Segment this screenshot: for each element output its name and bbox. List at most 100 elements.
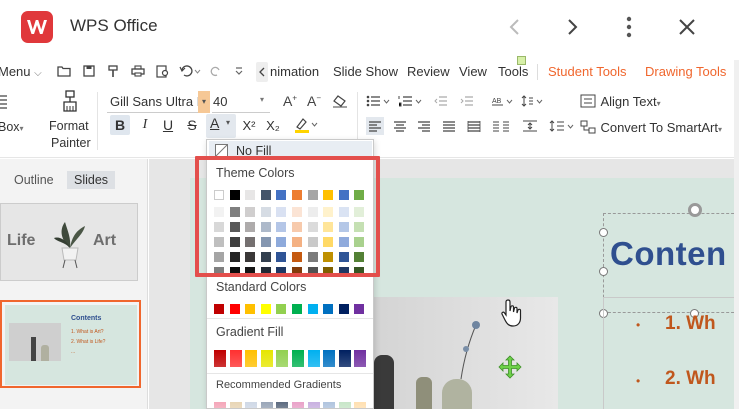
standard-color-swatch[interactable] <box>276 304 287 314</box>
standard-color-swatch[interactable] <box>307 304 318 314</box>
format-painter-small-icon[interactable] <box>105 62 121 80</box>
recommended-gradient-swatch[interactable] <box>229 402 242 408</box>
convert-smartart-button[interactable]: Convert To SmartArt▾ <box>580 119 722 137</box>
gradient-swatch[interactable] <box>260 350 273 367</box>
superscript-button[interactable]: X² <box>238 115 260 135</box>
font-name-select[interactable]: Gill Sans Ultra B ▾ <box>107 91 210 113</box>
text-direction-icon[interactable]: AB <box>490 92 514 110</box>
open-folder-icon[interactable] <box>56 62 72 80</box>
gradient-swatch[interactable] <box>354 350 367 367</box>
redo-icon[interactable] <box>208 62 224 80</box>
tab-slides[interactable]: Slides <box>67 171 116 189</box>
standard-color-swatch[interactable] <box>245 304 256 314</box>
standard-color-swatch[interactable] <box>229 304 240 314</box>
recommended-gradient-swatch[interactable] <box>323 402 336 408</box>
align-right-icon[interactable] <box>415 117 433 135</box>
text-box-icon[interactable] <box>0 93 10 113</box>
tab-outline[interactable]: Outline <box>14 173 54 187</box>
resize-handle[interactable] <box>599 228 608 237</box>
paragraph-spacing-icon[interactable] <box>548 117 576 135</box>
standard-color-swatch[interactable] <box>214 304 224 314</box>
subscript-button[interactable]: X₂ <box>262 115 284 135</box>
standard-color-swatch[interactable] <box>354 304 365 314</box>
font-size-select[interactable]: 40 ▾ <box>212 91 270 113</box>
align-left-icon[interactable] <box>366 117 384 135</box>
standard-color-swatch[interactable] <box>260 304 271 314</box>
recommended-gradient-swatch[interactable] <box>276 402 289 408</box>
hand-cursor-icon <box>501 299 522 327</box>
line-spacing-icon[interactable] <box>520 92 546 110</box>
thumb-title-right: Art <box>93 232 117 249</box>
standard-color-swatch[interactable] <box>338 304 349 314</box>
tab-view[interactable]: View <box>459 64 487 79</box>
bullets-icon[interactable] <box>365 92 393 110</box>
rotate-handle-icon[interactable] <box>688 203 702 217</box>
print-icon[interactable] <box>129 62 147 80</box>
distributed-icon[interactable] <box>465 117 483 135</box>
vertical-scrollbar[interactable] <box>734 60 739 409</box>
standard-color-swatch[interactable] <box>292 304 302 314</box>
standard-color-swatch[interactable] <box>323 304 334 314</box>
recommended-gradient-swatch[interactable] <box>214 402 226 408</box>
decrease-indent-icon[interactable] <box>432 92 450 110</box>
gradient-swatch[interactable] <box>245 350 258 367</box>
save-icon[interactable] <box>81 62 97 80</box>
justify-icon[interactable] <box>440 117 458 135</box>
forward-button[interactable] <box>555 10 589 44</box>
tab-slide-show[interactable]: Slide Show <box>333 64 398 79</box>
align-text-button[interactable]: Align Text▾ <box>580 93 661 111</box>
close-button[interactable] <box>670 10 704 44</box>
slide-bullet-1[interactable]: 1. Wh <box>665 313 716 335</box>
bold-button[interactable]: B <box>110 115 130 135</box>
menu-separator <box>207 318 373 319</box>
underline-button[interactable]: U <box>159 115 177 135</box>
decrease-font-icon[interactable]: A− <box>305 92 323 110</box>
tab-review[interactable]: Review <box>407 64 450 79</box>
align-center-icon[interactable] <box>391 117 409 135</box>
align-vertical-icon[interactable] <box>520 117 540 135</box>
tab-animation[interactable]: nimation <box>270 64 319 79</box>
recommended-gradient-swatch[interactable] <box>307 402 320 408</box>
undo-icon[interactable] <box>178 62 204 80</box>
format-painter-button[interactable]: Format <box>49 119 89 133</box>
numbering-icon[interactable] <box>397 92 425 110</box>
recommended-gradient-swatch[interactable] <box>292 402 304 408</box>
recommended-gradient-swatch[interactable] <box>260 402 273 408</box>
bullet-dot: • <box>636 318 641 332</box>
italic-button[interactable]: I <box>136 115 154 135</box>
slide-bullet-2[interactable]: 2. Wh <box>665 368 716 390</box>
font-color-button[interactable]: A ▾ <box>206 114 236 138</box>
increase-font-icon[interactable]: A+ <box>281 92 299 110</box>
more-button[interactable] <box>612 10 646 44</box>
recommended-gradient-swatch[interactable] <box>354 402 367 408</box>
highlight-button[interactable] <box>292 115 320 135</box>
increase-indent-icon[interactable] <box>458 92 476 110</box>
gradient-swatch[interactable] <box>214 350 226 367</box>
scroll-tabs-left-button[interactable] <box>256 62 268 82</box>
gradient-swatch[interactable] <box>323 350 336 367</box>
gradient-swatch[interactable] <box>229 350 242 367</box>
slide-thumbnail-1[interactable]: Life Art <box>0 203 138 281</box>
title-bar: WPS Office <box>0 0 739 52</box>
back-button[interactable] <box>498 10 532 44</box>
gradient-swatch[interactable] <box>307 350 320 367</box>
columns-icon[interactable] <box>490 117 512 135</box>
gradient-swatch[interactable] <box>338 350 351 367</box>
gradient-swatch[interactable] <box>276 350 289 367</box>
strikethrough-button[interactable]: S <box>183 115 201 135</box>
recommended-gradient-swatch[interactable] <box>245 402 258 408</box>
gradient-swatch[interactable] <box>292 350 304 367</box>
tab-drawing-tools[interactable]: Drawing Tools <box>645 64 726 79</box>
menu-tab[interactable]: Menu ⌵ <box>0 64 42 79</box>
recommended-gradient-swatch[interactable] <box>338 402 351 408</box>
tab-student-tools[interactable]: Student Tools <box>548 64 627 79</box>
slide-thumbnail-2[interactable]: Contents 1. What is Art? 2. What is Life… <box>0 300 141 388</box>
text-box-button[interactable]: Box▾ <box>0 120 24 134</box>
slide-image[interactable] <box>356 297 558 409</box>
clear-format-icon[interactable] <box>330 92 350 110</box>
print-preview-icon[interactable] <box>154 62 172 80</box>
customize-icon[interactable] <box>231 62 247 80</box>
tab-tools[interactable]: Tools <box>498 64 528 79</box>
resize-handle[interactable] <box>599 267 608 276</box>
slide-title[interactable]: Conten <box>610 235 727 273</box>
